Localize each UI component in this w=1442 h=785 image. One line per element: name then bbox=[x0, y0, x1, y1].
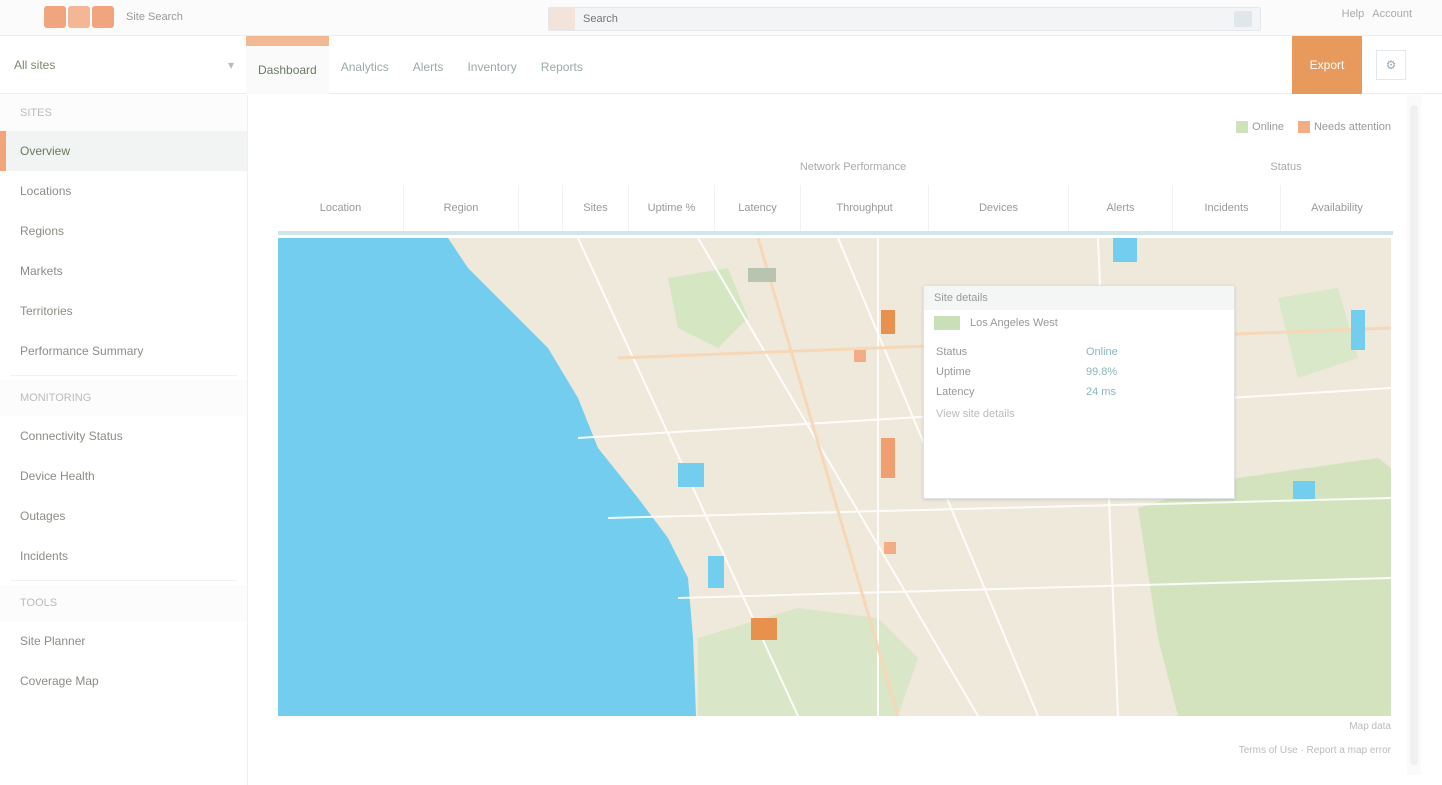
navigation-bar: All sites ▾ Dashboard Analytics Alerts I… bbox=[0, 36, 1442, 94]
tab-analytics[interactable]: Analytics bbox=[329, 36, 401, 94]
tab-dashboard[interactable]: Dashboard bbox=[246, 36, 329, 94]
table-header: Location Region Sites Uptime % Latency T… bbox=[278, 185, 1393, 235]
status-swatch bbox=[934, 316, 960, 330]
sidebar-item-overview[interactable]: Overview bbox=[0, 131, 247, 171]
map-lake bbox=[1351, 310, 1365, 350]
popup-value: 99.8% bbox=[1086, 366, 1118, 378]
popup-key: Latency bbox=[936, 386, 975, 398]
scrollbar-thumb[interactable] bbox=[1410, 105, 1418, 765]
map-lake bbox=[708, 556, 724, 588]
popup-site-row: Los Angeles West bbox=[924, 310, 1234, 336]
sidebar-section-sites: SITES bbox=[0, 95, 247, 131]
logo-mark bbox=[44, 6, 66, 28]
sidebar-divider bbox=[10, 375, 237, 376]
site-marker[interactable] bbox=[881, 438, 895, 478]
column-header[interactable]: Location bbox=[278, 185, 404, 231]
main-panel: Online Needs attention Network Performan… bbox=[262, 95, 1407, 785]
sidebar-item-site-planner[interactable]: Site Planner bbox=[0, 621, 247, 661]
tab-reports[interactable]: Reports bbox=[529, 36, 595, 94]
sidebar-item-coverage-map[interactable]: Coverage Map bbox=[0, 661, 247, 701]
legend-offline-label: Needs attention bbox=[1313, 121, 1391, 133]
site-marker[interactable] bbox=[881, 310, 895, 334]
map-lake bbox=[678, 463, 704, 487]
site-marker[interactable] bbox=[751, 618, 777, 640]
scope-label: All sites bbox=[14, 58, 56, 72]
app-logo[interactable]: Site Search bbox=[44, 6, 183, 28]
table-group-headers: Network Performance Status bbox=[278, 151, 1393, 183]
popup-key: Status bbox=[936, 346, 968, 358]
brand-name: Site Search bbox=[126, 11, 183, 23]
sidebar-item-markets[interactable]: Markets bbox=[0, 251, 247, 291]
map-terms[interactable]: Terms of Use · Report a map error bbox=[1239, 745, 1391, 756]
sidebar: SITES Overview Locations Regions Markets… bbox=[0, 95, 248, 785]
main-scrollbar[interactable] bbox=[1407, 95, 1421, 775]
column-header[interactable]: Region bbox=[404, 185, 519, 231]
legend-offline: Needs attention bbox=[1297, 121, 1391, 134]
sidebar-item-regions[interactable]: Regions bbox=[0, 211, 247, 251]
account-link[interactable]: Account bbox=[1372, 8, 1412, 20]
map-legend: Online Needs attention bbox=[1236, 121, 1391, 134]
map-lake bbox=[1113, 238, 1137, 262]
site-popup: Site details Los Angeles West Status Onl… bbox=[923, 285, 1235, 499]
column-header[interactable]: Sites bbox=[563, 185, 629, 231]
sidebar-item-outages[interactable]: Outages bbox=[0, 496, 247, 536]
column-header bbox=[519, 185, 563, 231]
main-tabs: Dashboard Analytics Alerts Inventory Rep… bbox=[246, 36, 595, 94]
group-status: Status bbox=[1270, 161, 1302, 173]
column-header[interactable]: Latency bbox=[715, 185, 801, 231]
popup-site-name: Los Angeles West bbox=[970, 317, 1058, 329]
sidebar-divider bbox=[10, 580, 237, 581]
map-lake bbox=[1293, 481, 1315, 499]
sidebar-item-device-health[interactable]: Device Health bbox=[0, 456, 247, 496]
group-network-performance: Network Performance bbox=[799, 161, 907, 173]
sidebar-section-monitoring: MONITORING bbox=[0, 380, 247, 416]
popup-value: Online bbox=[1086, 346, 1118, 358]
map-attribution: Map data bbox=[1349, 721, 1391, 732]
tab-alerts[interactable]: Alerts bbox=[401, 36, 456, 94]
legend-swatch-online bbox=[1236, 121, 1249, 134]
column-header[interactable]: Devices bbox=[929, 185, 1069, 231]
sidebar-item-territories[interactable]: Territories bbox=[0, 291, 247, 331]
export-button[interactable]: Export bbox=[1292, 36, 1362, 94]
popup-value: 24 ms bbox=[1086, 386, 1116, 398]
legend-swatch-offline bbox=[1297, 121, 1310, 134]
search-input[interactable] bbox=[575, 13, 1234, 25]
sidebar-item-connectivity[interactable]: Connectivity Status bbox=[0, 416, 247, 456]
column-header[interactable]: Throughput bbox=[801, 185, 929, 231]
site-map[interactable]: Site details Los Angeles West Status Onl… bbox=[278, 238, 1391, 716]
global-search[interactable] bbox=[548, 7, 1261, 31]
site-marker[interactable] bbox=[884, 542, 896, 554]
chevron-down-icon: ▾ bbox=[227, 58, 234, 72]
column-header[interactable]: Availability bbox=[1281, 185, 1393, 231]
sidebar-item-incidents[interactable]: Incidents bbox=[0, 536, 247, 576]
logo-mark-3 bbox=[92, 6, 114, 28]
settings-icon[interactable]: ⚙ bbox=[1376, 50, 1406, 80]
tab-inventory[interactable]: Inventory bbox=[455, 36, 528, 94]
legend-online-label: Online bbox=[1252, 121, 1284, 133]
scope-selector[interactable]: All sites ▾ bbox=[14, 50, 234, 80]
popup-title: Site details bbox=[924, 286, 1234, 310]
search-submit-icon[interactable] bbox=[1234, 11, 1252, 27]
column-header[interactable]: Alerts bbox=[1069, 185, 1173, 231]
popup-details: Status Online Uptime 99.8% Latency 24 ms bbox=[924, 336, 1234, 408]
top-bar: Site Search Help Account bbox=[0, 0, 1442, 36]
sidebar-item-performance[interactable]: Performance Summary bbox=[0, 331, 247, 371]
user-links: Help Account bbox=[1342, 8, 1412, 20]
search-icon bbox=[549, 8, 575, 30]
popup-details-link[interactable]: View site details bbox=[924, 408, 1234, 420]
logo-mark-2 bbox=[68, 6, 90, 28]
site-marker[interactable] bbox=[748, 268, 776, 282]
sidebar-item-locations[interactable]: Locations bbox=[0, 171, 247, 211]
column-header[interactable]: Incidents bbox=[1173, 185, 1281, 231]
site-marker[interactable] bbox=[854, 350, 866, 362]
legend-online: Online bbox=[1236, 121, 1284, 134]
sidebar-section-tools: TOOLS bbox=[0, 585, 247, 621]
column-header[interactable]: Uptime % bbox=[629, 185, 715, 231]
popup-key: Uptime bbox=[936, 366, 971, 378]
help-link[interactable]: Help bbox=[1342, 8, 1365, 20]
